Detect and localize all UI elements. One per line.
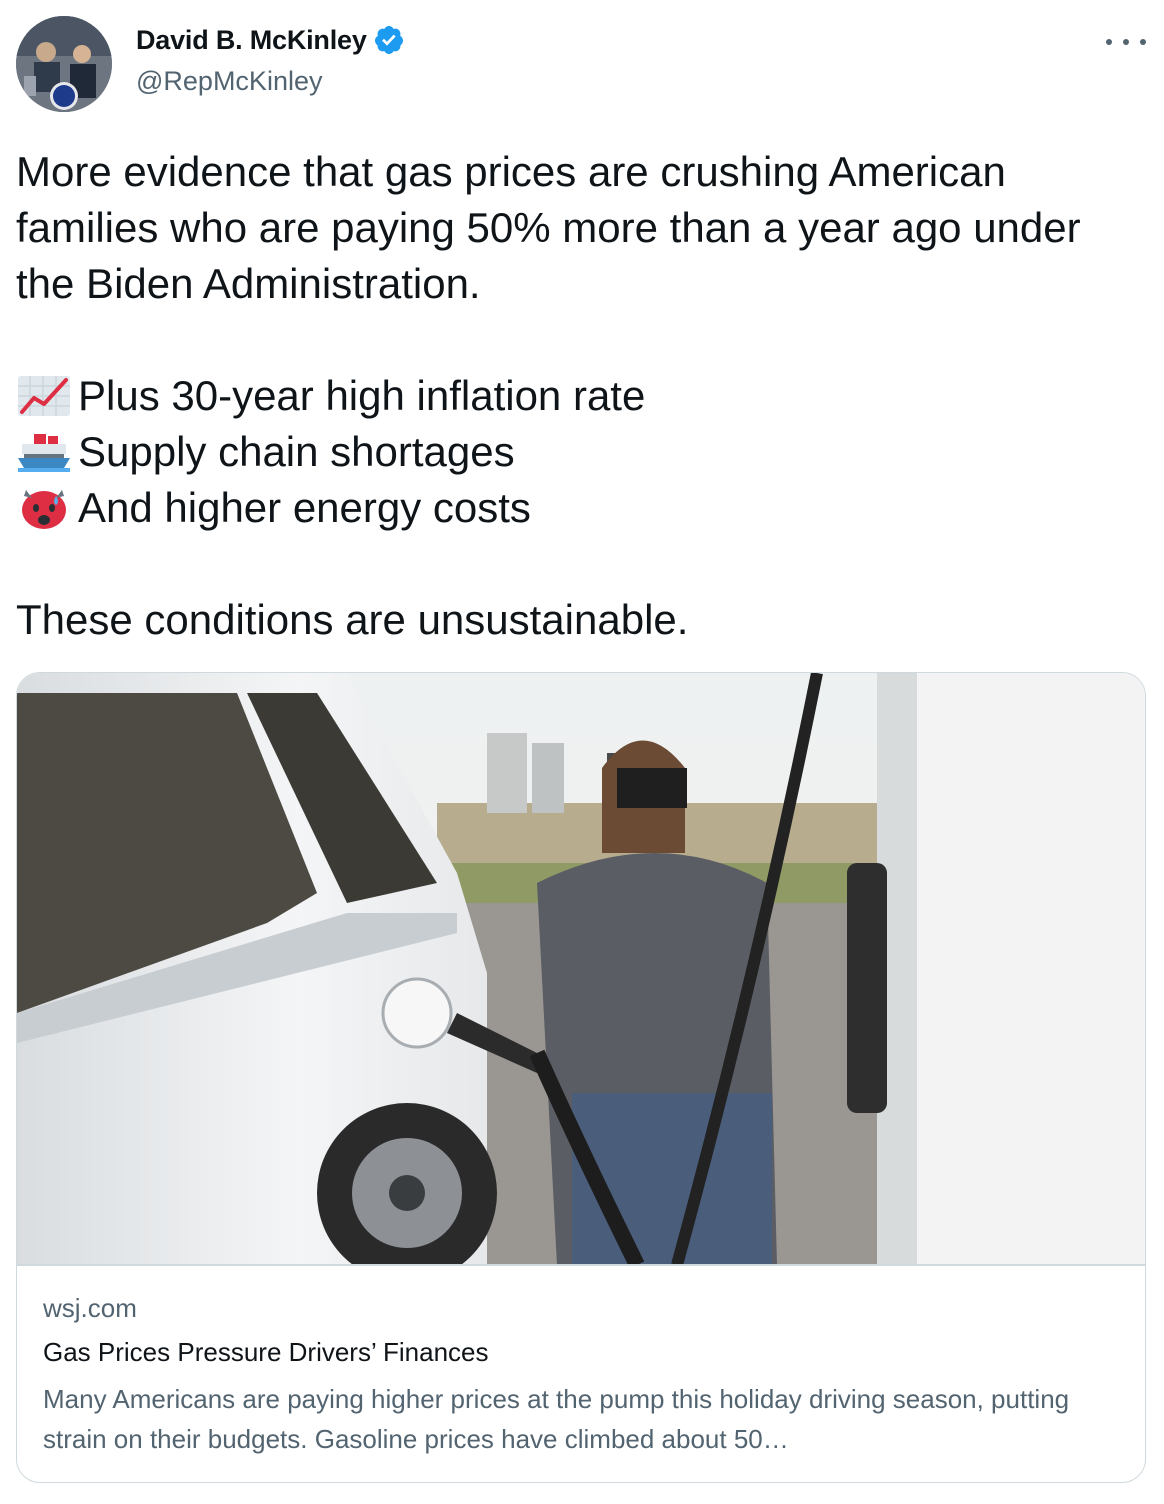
card-title[interactable]: Gas Prices Pressure Drivers’ Finances [43,1337,489,1368]
bullet-1-text: Plus 30-year high inflation rate [78,372,646,419]
more-options-icon[interactable] [1106,30,1146,54]
avatar[interactable] [16,16,112,112]
verified-badge-icon [373,24,405,56]
author-name-row[interactable]: David B. McKinley [136,24,405,56]
bullet-2: Supply chain shortages [16,424,1136,480]
card-description: Many Americans are paying higher prices … [43,1384,1070,1454]
card-image [17,673,1145,1265]
hot-face-icon [16,486,72,530]
card-divider [17,1264,1145,1266]
card-domain: wsj.com [43,1293,137,1323]
chart-increasing-icon [16,374,72,418]
tweet-closing: These conditions are unsustainable. [16,596,689,643]
tweet-text: More evidence that gas prices are crushi… [16,144,1136,648]
link-card[interactable]: wsj.com Gas Prices Pressure Drivers’ Fin… [16,672,1146,1483]
avatar-image [16,16,112,112]
bullet-1: Plus 30-year high inflation rate [16,368,1136,424]
tweet-intro: More evidence that gas prices are crushi… [16,148,1081,307]
bullet-3: And higher energy costs [16,480,1136,536]
ship-icon [16,430,72,474]
bullet-3-text: And higher energy costs [78,484,531,531]
author-handle[interactable]: @RepMcKinley [136,66,322,97]
author-name[interactable]: David B. McKinley [136,25,367,56]
bullet-2-text: Supply chain shortages [78,428,515,475]
